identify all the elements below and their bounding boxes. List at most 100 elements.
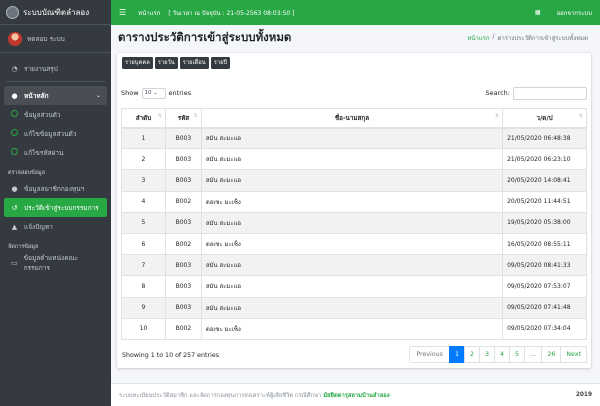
table-info: Showing 1 to 10 of 257 entries [122, 352, 219, 359]
cell-name: ดอเซะ มะเซ็ง [200, 190, 504, 213]
cell-order: 9 [121, 296, 166, 319]
brand-title: ระบบบัณฑิตลำลอง [23, 7, 90, 17]
cell-order: 4 [121, 190, 166, 213]
cell-code: B003 [164, 211, 202, 234]
sidebar-item-edit-profile[interactable]: แก้ไขข้อมูลส่วนตัว [4, 124, 107, 143]
table-row[interactable]: 5 B003 สมัน สะมะแอ 19/05/2020 05:38:00 [121, 211, 587, 234]
cell-code: B003 [164, 296, 202, 319]
table-row[interactable]: 1 B003 สมัน สะมะแอ 21/05/2020 06:48:38 [121, 126, 587, 150]
brand-logo [6, 5, 19, 19]
history-card: รายบุคคล รายวัน รายเดือน รายปี Show 10 ⌄… [117, 53, 591, 368]
history-icon: ↺ [11, 203, 18, 212]
circle-icon [11, 129, 18, 136]
table-row[interactable]: 4 B002 ดอเซะ มะเซ็ง 20/05/2020 11:44:51 [121, 190, 587, 213]
pagination-page[interactable]: 5 [509, 346, 526, 363]
cell-name: สมัน สะมะแอ [200, 169, 504, 192]
sort-icon: ⇅ [157, 112, 162, 119]
pagination-page[interactable]: 3 [478, 346, 495, 363]
sidebar-item-label: รายงานสรุป [24, 64, 58, 73]
col-header-code[interactable]: รหัส ⇅ [164, 108, 202, 129]
cell-order: 2 [121, 148, 166, 171]
menu-icon[interactable]: ☰ [119, 8, 126, 17]
sidebar-item-label: ข้อมูลตำแหน่งคณะกรรมการ [23, 253, 79, 272]
filter-buttons: รายบุคคล รายวัน รายเดือน รายปี [122, 57, 231, 69]
apps-grid-icon[interactable]: ▦ [535, 9, 541, 16]
table-header-row: ลำดับ ⇅ รหัส ⇅ ชื่อ-นามสกุล ⇅ ว/ด/ป ⇅ [121, 108, 587, 129]
footer-dot: . [389, 392, 392, 398]
user-icon: ● [11, 184, 18, 193]
table-row[interactable]: 6 B002 ดอเซะ มะเซ็ง 16/05/2020 08:55:11 [121, 232, 587, 256]
daily-button[interactable]: รายวัน [154, 57, 178, 69]
cell-date: 20/05/2020 14:08:41 [502, 169, 587, 192]
cell-date: 09/05/2020 07:41:48 [502, 296, 587, 319]
search-input[interactable] [513, 86, 587, 100]
user-panel[interactable]: ทดสอบ ระบบ [0, 25, 111, 53]
topbar-home-link[interactable]: หน้าแรก [138, 8, 160, 18]
cell-order: 1 [121, 126, 166, 150]
dashboard-icon: ◔ [11, 64, 18, 73]
cell-name: สมัน สะมะแอ [200, 275, 504, 298]
table-row[interactable]: 7 B003 สมัน สะมะแอ 09/05/2020 08:41:33 [121, 254, 587, 277]
col-header-label: ว/ด/ป [536, 114, 553, 122]
pagination: Previous 1 2 3 4 5 … 26 Next [409, 346, 587, 363]
sidebar-item-report-problem[interactable]: ▲ แจ้งปัญหา [4, 217, 107, 236]
cell-code: B002 [164, 317, 202, 340]
sort-icon: ⇅ [193, 112, 198, 119]
entries-select[interactable]: 10 ⌄ [141, 87, 166, 99]
table-row[interactable]: 9 B003 สมัน สะมะแอ 09/05/2020 07:41:48 [121, 296, 587, 319]
table-row[interactable]: 2 B003 สมัน สะมะแอ 21/05/2020 06:23:10 [121, 148, 587, 171]
table-row[interactable]: 8 B003 สมัน สะมะแอ 09/05/2020 07:53:07 [121, 275, 587, 298]
circle-icon [11, 148, 18, 155]
cell-name: สมัน สะมะแอ [200, 126, 504, 150]
col-header-name[interactable]: ชื่อ-นามสกุล ⇅ [200, 108, 504, 129]
logout-link[interactable]: ออกจากระบบ [557, 8, 592, 18]
table-controls: Show 10 ⌄ entries Search: [121, 86, 587, 100]
pagination-page[interactable]: 4 [493, 346, 510, 363]
monthly-button[interactable]: รายเดือน [179, 57, 209, 69]
sidebar: ระบบบัณฑิตลำลอง ทดสอบ ระบบ ◔ รายงานสรุป … [0, 0, 111, 406]
footer-text: ระบบทะเบียนประวัติสมาชิก และจัดการกองทุน… [119, 393, 322, 399]
show-label: Show [121, 89, 139, 97]
table-row[interactable]: 10 B002 ดอเซะ มะเซ็ง 09/05/2020 07:34:04 [121, 317, 587, 340]
sort-icon: ⇅ [494, 112, 500, 119]
footer-link[interactable]: มัสยิดดารุสลามบ้านลำลอง [323, 390, 389, 400]
warning-icon: ▲ [11, 222, 18, 231]
sidebar-item-login-history[interactable]: ↺ ประวัติเข้าสู่ระบบกรรมการ [4, 198, 107, 217]
sidebar-item-label: ข้อมูลส่วนตัว [24, 110, 61, 119]
sidebar-item-label: ข้อมูลสมาชิกกองทุนฯ [24, 184, 85, 193]
pagination-page[interactable]: 1 [448, 346, 465, 363]
sidebar-item-main[interactable]: ● หน้าหลัก ⌄ [4, 86, 107, 105]
sidebar-item-profile[interactable]: ข้อมูลส่วนตัว [4, 105, 107, 124]
cell-name: สมัน สะมะแอ [200, 148, 504, 171]
per-person-button[interactable]: รายบุคคล [122, 57, 153, 69]
table-row[interactable]: 3 B003 สมัน สะมะแอ 20/05/2020 14:08:41 [121, 169, 587, 192]
pagination-next[interactable]: Next [560, 346, 587, 363]
breadcrumb: หน้าแรก / ตารางประวัติการเข้าสู่ระบบทั้ง… [467, 33, 588, 43]
pagination-page[interactable]: 26 [541, 346, 562, 363]
cell-code: B003 [164, 169, 202, 192]
nav-header-manage: จัดการข้อมูล [8, 244, 39, 250]
col-header-date[interactable]: ว/ด/ป ⇅ [502, 108, 587, 129]
yearly-button[interactable]: รายปี [210, 57, 231, 69]
sidebar-item-positions[interactable]: ▭ ข้อมูลตำแหน่งคณะกรรมการ [4, 253, 107, 272]
sidebar-item-label: หน้าหลัก [24, 91, 49, 100]
breadcrumb-home[interactable]: หน้าแรก [467, 33, 489, 43]
topbar-datetime: [ วันเวลา ณ ปัจจุบัน : 21-05-2563 08:03:… [168, 9, 295, 17]
cell-order: 10 [121, 317, 166, 340]
brand[interactable]: ระบบบัณฑิตลำลอง [0, 0, 111, 25]
pagination-previous[interactable]: Previous [409, 346, 450, 363]
cell-code: B003 [164, 254, 202, 277]
search-label: Search: [485, 89, 510, 97]
sidebar-item-members[interactable]: ● ข้อมูลสมาชิกกองทุนฯ [4, 179, 107, 198]
entries-label: entries [168, 89, 192, 97]
cell-code: B003 [164, 148, 202, 171]
sidebar-item-change-password[interactable]: แก้ไขรหัสผ่าน [4, 143, 107, 162]
entries-select-value: 10 [144, 89, 152, 96]
circle-icon [11, 110, 18, 117]
pagination-page[interactable]: 2 [463, 346, 480, 363]
col-header-order[interactable]: ลำดับ ⇅ [121, 108, 166, 129]
footer-year: 2019 [575, 392, 592, 398]
col-header-label: รหัส [177, 114, 190, 122]
sidebar-item-report[interactable]: ◔ รายงานสรุป [4, 59, 107, 78]
cell-name: สมัน สะมะแอ [200, 296, 504, 319]
